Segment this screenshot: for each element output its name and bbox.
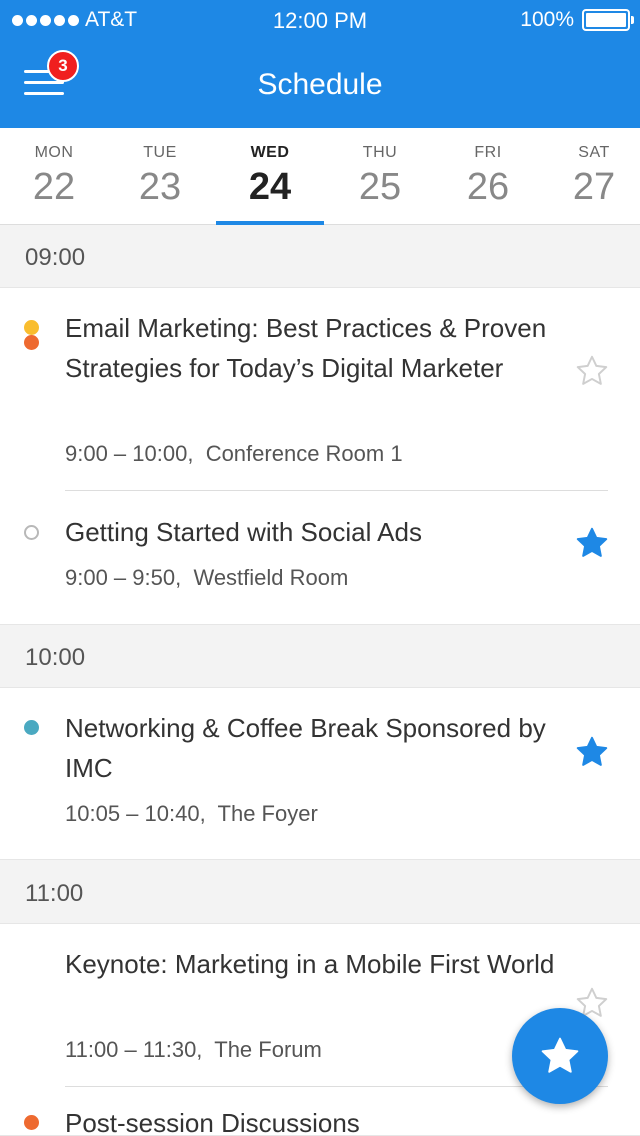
- session-room: The Foyer: [217, 801, 318, 826]
- day-number: 27: [572, 166, 616, 208]
- time-section-label: 10:00: [25, 644, 86, 671]
- day-number: 23: [138, 166, 182, 208]
- day-number: 26: [466, 166, 510, 208]
- day-tab-sat[interactable]: SAT 27: [540, 128, 640, 225]
- favorites-fab-button[interactable]: [512, 1008, 608, 1104]
- track-color-dot: [24, 1115, 39, 1130]
- star-icon[interactable]: [574, 525, 610, 561]
- session-title: Keynote: Marketing in a Mobile First Wor…: [65, 949, 555, 979]
- track-color-dot: [24, 320, 39, 335]
- time-section-label: 09:00: [25, 244, 86, 271]
- session-item[interactable]: Getting Started with Social Ads 9:00 – 9…: [0, 491, 640, 625]
- track-color-dot: [24, 720, 39, 735]
- day-number: 24: [248, 166, 292, 208]
- session-room: Westfield Room: [193, 565, 349, 590]
- day-tab-mon[interactable]: MON 22: [0, 128, 108, 225]
- day-tab-tue[interactable]: TUE 23: [106, 128, 214, 225]
- favorites-star-icon: [541, 1037, 579, 1073]
- session-item[interactable]: Email Marketing: Best Practices & Proven…: [0, 288, 640, 491]
- session-meta: 9:00 – 9:50, Westfield Room: [65, 565, 348, 591]
- session-meta: 10:05 – 10:40, The Foyer: [65, 801, 318, 827]
- track-color-dot: [24, 525, 39, 540]
- time-section-header: 11:00: [0, 862, 640, 924]
- session-time: 9:00 – 10:00,: [65, 441, 194, 466]
- day-name: FRI: [474, 144, 502, 161]
- session-time: 9:00 – 9:50,: [65, 565, 182, 590]
- day-name: WED: [250, 144, 290, 161]
- star-icon[interactable]: [574, 353, 610, 389]
- day-number: 25: [358, 166, 402, 208]
- session-title: Getting Started with Social Ads: [65, 517, 422, 547]
- day-name: TUE: [143, 144, 177, 161]
- day-tab-fri[interactable]: FRI 26: [434, 128, 542, 225]
- session-meta: 9:00 – 10:00, Conference Room 1: [65, 441, 403, 467]
- day-tab-wed[interactable]: WED 24: [216, 128, 324, 225]
- status-battery-group: 100%: [520, 8, 634, 32]
- day-selector: MON 22 TUE 23 WED 24 THU 25 FRI 26 SAT 2…: [0, 128, 640, 225]
- session-title: Networking & Coffee Break Sponsored by I…: [65, 713, 546, 783]
- app-header: AT&T 12:00 PM 100% 3 Schedule: [0, 0, 640, 128]
- time-section-list: Email Marketing: Best Practices & Proven…: [0, 288, 640, 625]
- time-section-label: 11:00: [25, 880, 84, 907]
- battery-icon: [582, 9, 634, 31]
- day-name: MON: [34, 144, 74, 161]
- day-name: SAT: [578, 144, 610, 161]
- session-room: The Forum: [214, 1037, 322, 1062]
- page-title: Schedule: [257, 68, 383, 101]
- session-meta: 11:00 – 11:30, The Forum: [65, 1037, 322, 1063]
- day-number: 22: [32, 166, 76, 208]
- day-tab-thu[interactable]: THU 25: [326, 128, 434, 225]
- session-title: Post-session Discussions: [65, 1108, 360, 1136]
- session-room: Conference Room 1: [205, 441, 403, 466]
- track-color-dot: [24, 335, 39, 350]
- star-icon[interactable]: [574, 734, 610, 770]
- time-section-list: Networking & Coffee Break Sponsored by I…: [0, 688, 640, 860]
- day-name: THU: [362, 144, 398, 161]
- session-item[interactable]: Networking & Coffee Break Sponsored by I…: [0, 688, 640, 860]
- battery-percent: 100%: [520, 8, 574, 31]
- status-bar: AT&T 12:00 PM 100%: [0, 0, 640, 40]
- session-time: 10:05 – 10:40,: [65, 801, 206, 826]
- session-title: Email Marketing: Best Practices & Proven…: [65, 313, 547, 383]
- session-time: 11:00 – 11:30,: [65, 1037, 203, 1062]
- time-section-header: 09:00: [0, 226, 640, 288]
- time-section-header: 10:00: [0, 626, 640, 688]
